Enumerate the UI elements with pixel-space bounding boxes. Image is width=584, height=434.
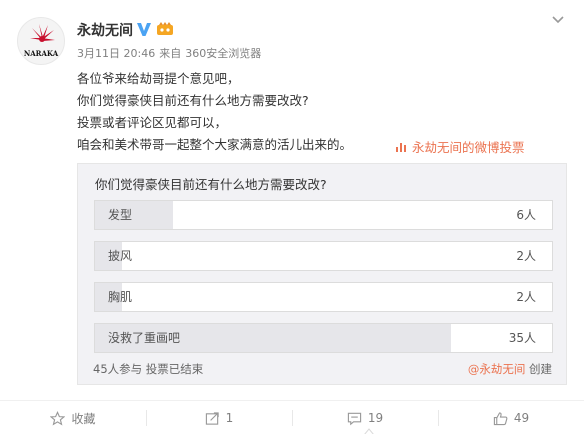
vote-link-label: 永劫无间的微博投票 bbox=[412, 140, 525, 155]
favorite-label: 收藏 bbox=[71, 411, 96, 426]
poll-participants: 45人参与 bbox=[93, 362, 143, 376]
like-button[interactable]: 49 bbox=[438, 401, 584, 434]
source-prefix: 来自 bbox=[159, 47, 182, 60]
poll-option[interactable]: 发型 6人 bbox=[94, 200, 553, 230]
favorite-button[interactable]: 收藏 bbox=[0, 401, 146, 434]
post-line: 你们觉得豪侠目前还有什么地方需要改改? bbox=[77, 93, 309, 108]
poll-option[interactable]: 披风 2人 bbox=[94, 241, 553, 271]
post-line: 投票或者评论区见都可以， bbox=[77, 115, 228, 130]
post-line: 各位爷来给劫哥提个意见吧， bbox=[77, 71, 240, 86]
post-meta: 3月11日 20:46 来自 360安全浏览器 bbox=[77, 45, 265, 61]
poll-option[interactable]: 胸肌 2人 bbox=[94, 282, 553, 312]
vote-icon bbox=[396, 142, 406, 152]
vote-link[interactable]: 永劫无间的微博投票 bbox=[395, 137, 525, 156]
verified-icon bbox=[137, 23, 151, 36]
poll-option-count: 6人 bbox=[516, 208, 536, 222]
thumbs-up-icon bbox=[493, 411, 508, 425]
poll-status: 投票已结束 bbox=[145, 362, 204, 376]
poll-option-label: 胸肌 bbox=[108, 290, 133, 304]
vip-crown-icon[interactable] bbox=[156, 21, 174, 36]
chevron-down-icon[interactable] bbox=[550, 12, 566, 26]
post-date[interactable]: 3月11日 20:46 bbox=[77, 47, 155, 60]
poll-option-count: 2人 bbox=[516, 249, 536, 263]
poll-created-label: 创建 bbox=[529, 362, 552, 376]
poll-option[interactable]: 没救了重画吧 35人 bbox=[94, 323, 553, 353]
like-count: 49 bbox=[513, 411, 530, 425]
poll-bar bbox=[95, 201, 173, 229]
comment-active-indicator bbox=[364, 428, 374, 434]
poll-option-label: 发型 bbox=[108, 208, 133, 222]
poll-option-count: 35人 bbox=[508, 331, 536, 345]
repost-count: 1 bbox=[225, 411, 234, 425]
comment-icon bbox=[347, 412, 362, 425]
repost-icon bbox=[205, 411, 219, 425]
author-name[interactable]: 永劫无间 bbox=[77, 20, 133, 40]
poll-option-label: 没救了重画吧 bbox=[108, 331, 181, 345]
post-source: 360安全浏览器 bbox=[185, 47, 262, 60]
comment-count: 19 bbox=[367, 411, 384, 425]
poll-summary: 45人参与 投票已结束 bbox=[93, 361, 203, 377]
action-bar: 收藏 1 19 49 bbox=[0, 400, 584, 434]
repost-button[interactable]: 1 bbox=[146, 401, 292, 434]
avatar[interactable]: NARAKA bbox=[17, 17, 65, 65]
poll-card: 你们觉得豪侠目前还有什么地方需要改改? 发型 6人 披风 2人 胸肌 2人 没救… bbox=[77, 163, 567, 385]
poll-creator-info: @永劫无间 创建 bbox=[468, 361, 552, 377]
poll-option-label: 披风 bbox=[108, 249, 133, 263]
poll-option-count: 2人 bbox=[516, 290, 536, 304]
poll-title: 你们觉得豪侠目前还有什么地方需要改改? bbox=[95, 177, 327, 192]
star-icon bbox=[50, 410, 66, 425]
avatar-logo-text: NARAKA bbox=[23, 49, 59, 58]
poll-creator-link[interactable]: @永劫无间 bbox=[468, 362, 526, 376]
